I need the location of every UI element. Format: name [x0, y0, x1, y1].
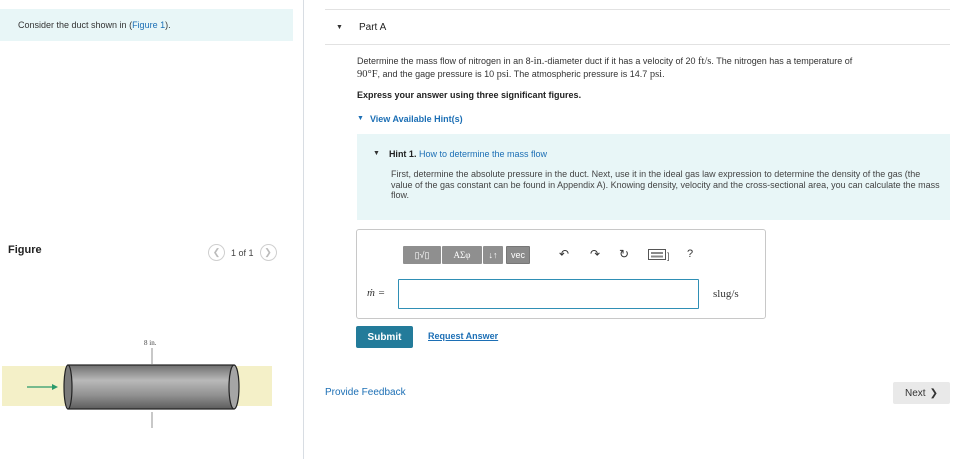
view-hints-toggle[interactable]: ▼ View Available Hint(s) — [357, 114, 463, 124]
greek-letters-button[interactable]: ΑΣφ — [442, 246, 482, 264]
hint-number: Hint 1. — [388, 149, 417, 159]
hint-title: How to determine the mass flow — [418, 149, 548, 159]
chevron-right-icon: ❯ — [929, 387, 938, 399]
part-a-header[interactable]: ▼ Part A — [325, 9, 950, 45]
templates-button[interactable]: ▯√▯ — [403, 246, 441, 264]
question-unit: in. — [533, 56, 545, 67]
view-hints-label: View Available Hint(s) — [369, 114, 463, 124]
question-segment: -diameter duct if it has a velocity of 2… — [544, 56, 698, 66]
math-toolbar: ▯√▯ ΑΣφ ↓↑ vec — [403, 246, 530, 264]
question-segment: Determine the mass flow of nitrogen in a… — [357, 56, 534, 66]
variable-label: ṁ = — [367, 287, 386, 299]
figure-pager: ❮ 1 of 1 ❯ — [208, 244, 277, 261]
duct-left-end — [63, 364, 73, 410]
keyboard-icon[interactable]: ] — [648, 249, 670, 264]
problem-statement: Consider the duct shown in (Figure 1). — [0, 9, 293, 41]
problem-intro-text: Consider the duct shown in ( — [18, 20, 133, 30]
redo-icon[interactable]: ↷ — [590, 247, 600, 261]
next-label: Next — [905, 387, 926, 399]
hint-header[interactable]: ▼ Hint 1. How to determine the mass flow — [373, 149, 547, 159]
problem-intro-end: ). — [165, 20, 171, 30]
help-icon[interactable]: ? — [687, 248, 693, 260]
figure-link[interactable]: Figure 1 — [132, 20, 165, 30]
provide-feedback-link[interactable]: Provide Feedback — [325, 387, 406, 398]
question-segment: . — [662, 69, 665, 79]
reset-icon[interactable]: ↻ — [619, 247, 629, 261]
hint-panel: ▼ Hint 1. How to determine the mass flow… — [357, 134, 950, 220]
duct-right-end — [228, 364, 240, 410]
question-unit: psi — [649, 69, 663, 80]
hint-collapse-icon: ▼ — [373, 150, 380, 157]
question-segment: . The atmospheric pressure is 14.7 — [508, 69, 650, 79]
submit-button[interactable]: Submit — [356, 326, 413, 348]
question-segment: , and the gage pressure is 10 — [377, 69, 497, 79]
vector-button[interactable]: vec — [506, 246, 530, 264]
expand-triangle-icon: ▼ — [357, 115, 364, 122]
instruction-text: Express your answer using three signific… — [357, 90, 582, 100]
column-divider — [303, 0, 304, 459]
request-answer-link[interactable]: Request Answer — [428, 331, 498, 341]
figure-heading: Figure — [8, 244, 42, 256]
dimension-label: 8 in. — [144, 339, 157, 347]
chevron-left-icon[interactable]: ❮ — [208, 244, 225, 261]
question-text: Determine the mass flow of nitrogen in a… — [357, 55, 947, 81]
chevron-right-icon[interactable]: ❯ — [259, 244, 277, 261]
page-indicator: 1 of 1 — [231, 247, 254, 258]
duct-body — [67, 364, 235, 410]
unit-label: slug/s — [713, 288, 739, 300]
next-button[interactable]: Next ❯ — [893, 382, 950, 404]
question-segment: . The nitrogen has a temperature of — [711, 56, 853, 66]
answer-panel: ▯√▯ ΑΣφ ↓↑ vec ↶ ↷ ↻ ] ? ṁ = slug/s — [356, 229, 766, 319]
hint-body: First, determine the absolute pressure i… — [391, 169, 940, 200]
svg-text:]: ] — [667, 251, 670, 261]
collapse-triangle-icon[interactable]: ▼ — [336, 24, 343, 31]
part-title: Part A — [359, 22, 387, 33]
answer-input[interactable] — [398, 279, 699, 309]
duct-figure: 8 in. — [2, 339, 272, 428]
question-unit: 90°F — [357, 69, 378, 80]
question-unit: psi — [496, 69, 509, 80]
arrows-button[interactable]: ↓↑ — [483, 246, 503, 264]
undo-icon[interactable]: ↶ — [559, 247, 569, 261]
question-unit: ft/s — [697, 56, 712, 67]
